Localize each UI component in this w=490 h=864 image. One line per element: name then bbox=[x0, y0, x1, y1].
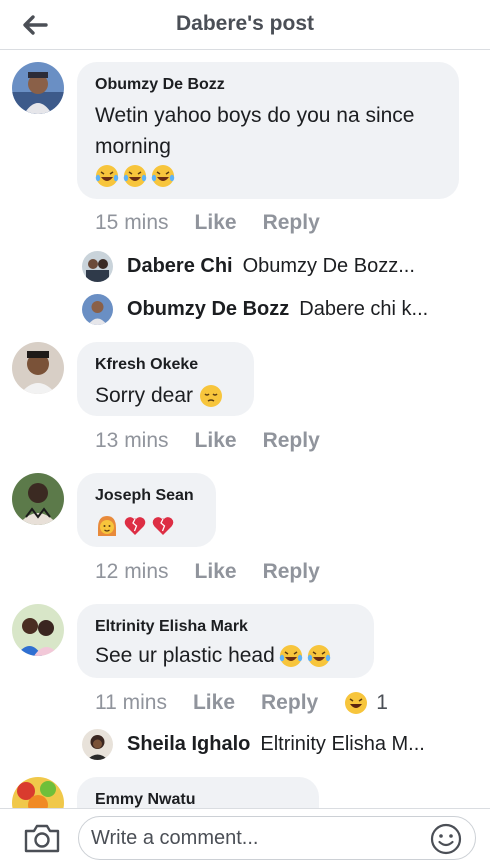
reply-preview[interactable]: Obumzy De Bozz Dabere chi k... bbox=[82, 294, 428, 325]
comment-actions: 15 mins Like Reply bbox=[95, 211, 346, 235]
avatar[interactable] bbox=[12, 777, 64, 808]
avatar[interactable] bbox=[12, 62, 64, 114]
reply-author: Sheila Ighalo bbox=[127, 733, 251, 755]
comment-bubble: Eltrinity Elisha Mark See ur plastic hea… bbox=[77, 604, 374, 678]
laughing-tears-emoji-icon bbox=[279, 644, 302, 667]
emoji-row bbox=[95, 164, 441, 188]
comment-time: 11 mins bbox=[95, 691, 167, 714]
comment-bubble: Emmy Nwatu bbox=[77, 777, 319, 808]
emoji-row bbox=[95, 514, 198, 538]
reply-author: Dabere Chi bbox=[127, 255, 233, 277]
avatar bbox=[82, 251, 113, 282]
woman-face-emoji-icon bbox=[98, 516, 116, 536]
comment-time: 13 mins bbox=[95, 429, 169, 452]
comment-author[interactable]: Kfresh Okeke bbox=[95, 355, 236, 375]
reply-button[interactable]: Reply bbox=[263, 560, 320, 584]
comment-author[interactable]: Obumzy De Bozz bbox=[95, 75, 441, 95]
page-title: Dabere's post bbox=[175, 12, 315, 35]
reply-author: Obumzy De Bozz bbox=[127, 298, 290, 320]
reaction-summary[interactable]: 1 bbox=[344, 691, 388, 715]
reply-text: Eltrinity Elisha M... bbox=[260, 733, 425, 755]
comment-bubble: Kfresh Okeke Sorry dear bbox=[77, 342, 254, 416]
laughing-tears-emoji-icon bbox=[123, 165, 147, 187]
reply-button[interactable]: Reply bbox=[261, 691, 318, 715]
laughing-tears-emoji-icon bbox=[151, 165, 175, 187]
comment-time: 12 mins bbox=[95, 560, 169, 583]
top-bar: Dabere's post bbox=[0, 0, 490, 50]
comment-author[interactable]: Joseph Sean bbox=[95, 486, 198, 506]
like-button[interactable]: Like bbox=[193, 691, 235, 715]
comment-time: 15 mins bbox=[95, 211, 169, 234]
avatar[interactable] bbox=[12, 604, 64, 656]
avatar bbox=[82, 729, 113, 760]
avatar[interactable] bbox=[12, 342, 64, 394]
broken-heart-emoji-icon bbox=[152, 517, 174, 535]
comment-composer bbox=[0, 808, 490, 864]
comment-actions: 13 mins Like Reply bbox=[95, 429, 346, 453]
comment-author[interactable]: Eltrinity Elisha Mark bbox=[95, 617, 356, 637]
camera-button[interactable] bbox=[22, 821, 62, 855]
reply-text: Dabere chi k... bbox=[299, 298, 429, 320]
like-button[interactable]: Like bbox=[195, 211, 237, 235]
laughing-tears-emoji-icon bbox=[95, 165, 119, 187]
reply-text: Obumzy De Bozz... bbox=[242, 255, 415, 277]
reply-button[interactable]: Reply bbox=[263, 211, 320, 235]
comment-bubble: Obumzy De Bozz Wetin yahoo boys do you n… bbox=[77, 62, 459, 199]
comment-author[interactable]: Emmy Nwatu bbox=[95, 790, 301, 808]
emoji-button[interactable] bbox=[430, 823, 462, 855]
comment-actions: 11 mins Like Reply 1 bbox=[95, 691, 388, 715]
comment-text: See ur plastic head bbox=[95, 644, 275, 667]
comment-bubble: Joseph Sean bbox=[77, 473, 216, 547]
laughing-tears-emoji-icon bbox=[307, 644, 330, 667]
like-button[interactable]: Like bbox=[195, 560, 237, 584]
reply-preview[interactable]: Sheila Ighalo Eltrinity Elisha M... bbox=[82, 729, 425, 760]
reaction-count: 1 bbox=[376, 691, 388, 714]
comment-actions: 12 mins Like Reply bbox=[95, 560, 346, 584]
broken-heart-emoji-icon bbox=[124, 517, 146, 535]
like-button[interactable]: Like bbox=[195, 429, 237, 453]
comment-input[interactable] bbox=[78, 816, 476, 860]
comment-text: Wetin yahoo boys do you na since morning bbox=[95, 104, 415, 158]
comments-list: Obumzy De Bozz Wetin yahoo boys do you n… bbox=[0, 50, 490, 808]
avatar bbox=[82, 294, 113, 325]
comment-text: Sorry dear bbox=[95, 384, 194, 407]
reply-preview[interactable]: Dabere Chi Obumzy De Bozz... bbox=[82, 251, 415, 282]
smiley-icon bbox=[430, 823, 462, 855]
haha-reaction-icon bbox=[345, 692, 368, 714]
reply-button[interactable]: Reply bbox=[263, 429, 320, 453]
avatar[interactable] bbox=[12, 473, 64, 525]
pensive-face-emoji-icon bbox=[200, 384, 223, 407]
camera-icon bbox=[24, 824, 60, 853]
